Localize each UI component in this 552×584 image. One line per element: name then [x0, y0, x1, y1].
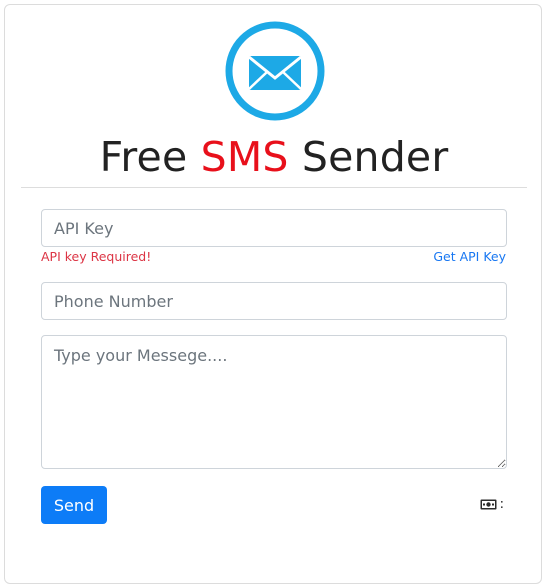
phone-number-input[interactable]: [41, 282, 507, 320]
title-part-free: Free: [99, 133, 188, 181]
title-part-sender: Sender: [301, 133, 449, 181]
api-key-error: API key Required!: [41, 249, 152, 264]
balance-separator: :: [499, 497, 504, 512]
page-title: Free SMS Sender: [5, 133, 543, 181]
header-divider: [21, 187, 527, 188]
balance-display: :: [480, 497, 507, 512]
api-key-input[interactable]: [41, 209, 507, 247]
sms-sender-card: Free SMS Sender API key Required! Get AP…: [4, 4, 542, 584]
get-api-key-link[interactable]: Get API Key: [433, 249, 506, 264]
send-button[interactable]: Send: [41, 486, 107, 524]
money-icon: [480, 499, 497, 510]
title-part-sms: SMS: [200, 133, 289, 181]
message-textarea[interactable]: [41, 335, 507, 469]
envelope-icon: [224, 20, 326, 122]
